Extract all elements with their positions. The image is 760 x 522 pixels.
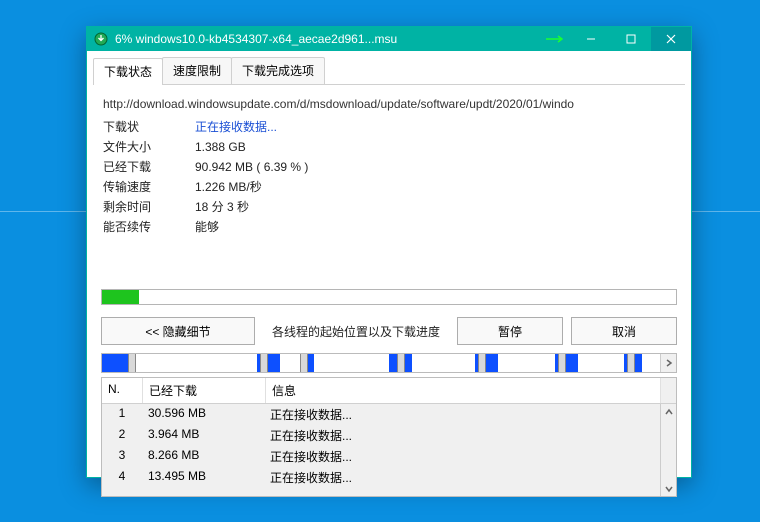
tab-on-complete[interactable]: 下载完成选项 bbox=[231, 57, 325, 84]
thread-marker[interactable] bbox=[128, 354, 136, 372]
thread-marker[interactable] bbox=[260, 354, 268, 372]
timeleft-value: 18 分 3 秒 bbox=[195, 197, 249, 217]
cell-info: 正在接收数据... bbox=[264, 405, 676, 424]
tabstrip: 下载状态 速度限制 下载完成选项 bbox=[93, 57, 685, 85]
scroll-down-icon[interactable] bbox=[661, 481, 676, 496]
cell-info: 正在接收数据... bbox=[264, 468, 676, 487]
window-title: 6% windows10.0-kb4534307-x64_aecae2d961.… bbox=[115, 32, 541, 46]
tab-speed-limit[interactable]: 速度限制 bbox=[162, 57, 232, 84]
table-header: N. 已经下载 信息 bbox=[102, 378, 676, 404]
close-button[interactable] bbox=[651, 27, 691, 51]
status-value: 正在接收数据... bbox=[195, 117, 277, 137]
threads-table: N. 已经下载 信息 130.596 MB正在接收数据...23.964 MB正… bbox=[101, 377, 677, 497]
col-number[interactable]: N. bbox=[102, 378, 143, 403]
cell-n: 2 bbox=[102, 426, 142, 445]
cancel-button[interactable]: 取消 bbox=[571, 317, 677, 345]
client-area: 下载状态 速度限制 下载完成选项 http://download.windows… bbox=[87, 51, 691, 477]
downloaded-value: 90.942 MB ( 6.39 % ) bbox=[195, 157, 308, 177]
table-row[interactable]: 413.495 MB正在接收数据... bbox=[102, 467, 676, 488]
cell-downloaded: 3.964 MB bbox=[142, 426, 264, 445]
filesize-value: 1.388 GB bbox=[195, 137, 246, 157]
filesize-label: 文件大小 bbox=[103, 137, 195, 157]
resume-label: 能否续传 bbox=[103, 217, 195, 237]
tab-status[interactable]: 下载状态 bbox=[93, 58, 163, 85]
progress-fill bbox=[102, 290, 139, 304]
download-dialog: 6% windows10.0-kb4534307-x64_aecae2d961.… bbox=[86, 26, 692, 478]
table-row[interactable]: 130.596 MB正在接收数据... bbox=[102, 404, 676, 425]
thread-marker[interactable] bbox=[300, 354, 308, 372]
cell-downloaded: 8.266 MB bbox=[142, 447, 264, 466]
table-row[interactable]: 23.964 MB正在接收数据... bbox=[102, 425, 676, 446]
cell-n: 4 bbox=[102, 468, 142, 487]
table-scrollbar[interactable] bbox=[660, 404, 676, 496]
progress-bar bbox=[101, 289, 677, 305]
titlebar[interactable]: 6% windows10.0-kb4534307-x64_aecae2d961.… bbox=[87, 27, 691, 51]
download-url: http://download.windowsupdate.com/d/msdo… bbox=[103, 93, 675, 117]
timeleft-label: 剩余时间 bbox=[103, 197, 195, 217]
minimize-button[interactable] bbox=[571, 27, 611, 51]
thread-positions-bar[interactable] bbox=[101, 353, 677, 373]
cell-info: 正在接收数据... bbox=[264, 426, 676, 445]
pause-button[interactable]: 暂停 bbox=[457, 317, 563, 345]
thread-marker[interactable] bbox=[558, 354, 566, 372]
app-icon bbox=[93, 31, 109, 47]
cell-n: 3 bbox=[102, 447, 142, 466]
col-downloaded[interactable]: 已经下载 bbox=[143, 378, 266, 403]
col-info[interactable]: 信息 bbox=[266, 378, 661, 403]
resume-value: 能够 bbox=[195, 217, 219, 237]
thread-marker[interactable] bbox=[627, 354, 635, 372]
scroll-up-icon[interactable] bbox=[661, 404, 676, 419]
cell-downloaded: 13.495 MB bbox=[142, 468, 264, 487]
cell-downloaded: 30.596 MB bbox=[142, 405, 264, 424]
thread-marker[interactable] bbox=[397, 354, 405, 372]
cell-n: 1 bbox=[102, 405, 142, 424]
status-label: 下载状 bbox=[103, 117, 195, 137]
status-panel: http://download.windowsupdate.com/d/msdo… bbox=[87, 85, 691, 279]
speed-label: 传输速度 bbox=[103, 177, 195, 197]
desktop: 6% windows10.0-kb4534307-x64_aecae2d961.… bbox=[0, 0, 760, 522]
button-row: << 隐藏细节 各线程的起始位置以及下载进度 暂停 取消 bbox=[87, 315, 691, 353]
table-row[interactable]: 38.266 MB正在接收数据... bbox=[102, 446, 676, 467]
speed-value: 1.226 MB/秒 bbox=[195, 177, 262, 197]
threads-caption: 各线程的起始位置以及下载进度 bbox=[263, 323, 449, 340]
hide-details-button[interactable]: << 隐藏细节 bbox=[101, 317, 255, 345]
cell-info: 正在接收数据... bbox=[264, 447, 676, 466]
downloaded-label: 已经下载 bbox=[103, 157, 195, 177]
threads-scroll-right[interactable] bbox=[660, 354, 676, 372]
thread-marker[interactable] bbox=[478, 354, 486, 372]
table-body: 130.596 MB正在接收数据...23.964 MB正在接收数据...38.… bbox=[102, 404, 676, 496]
maximize-button[interactable] bbox=[611, 27, 651, 51]
col-scroll-corner bbox=[661, 378, 676, 403]
transfer-arrow-icon bbox=[541, 35, 571, 43]
